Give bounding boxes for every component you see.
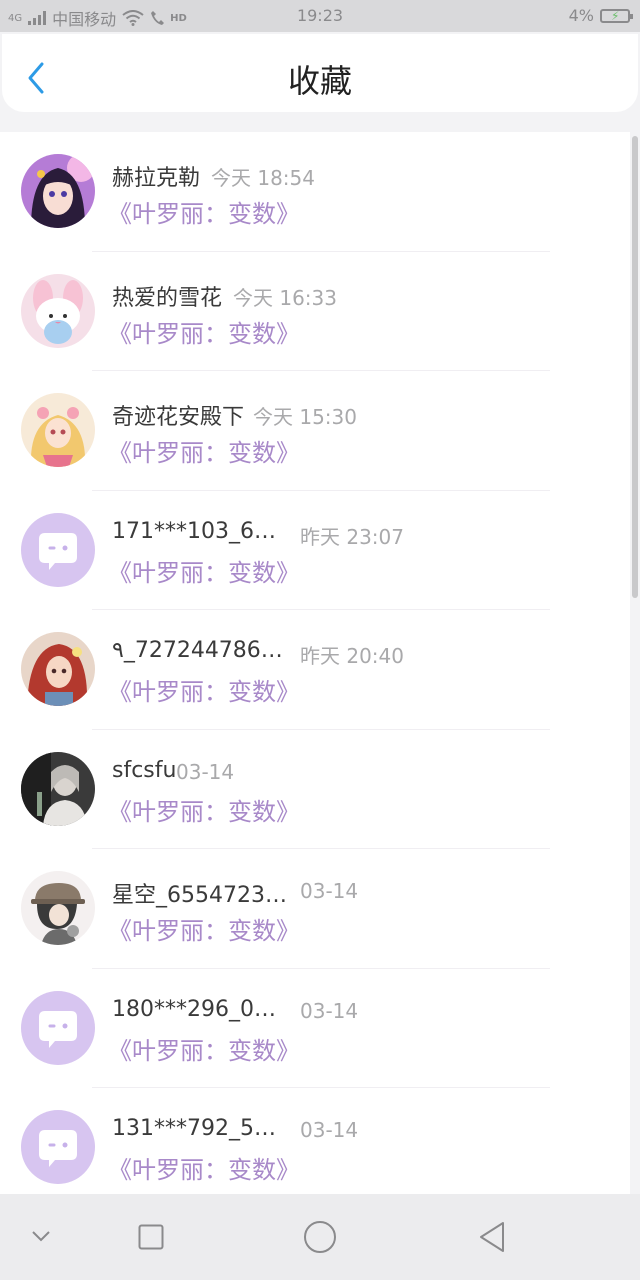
recents-icon [138, 1224, 164, 1250]
list-item[interactable]: 热爱的雪花 今天 16:33 《叶罗丽：变数》 [0, 252, 630, 371]
book-title[interactable]: 《叶罗丽：变数》 [108, 553, 300, 588]
book-title[interactable]: 《叶罗丽：变数》 [108, 1031, 300, 1066]
list-item[interactable]: ٩_727244786… 昨天 20:40 《叶罗丽：变数》 [0, 610, 630, 730]
recents-button[interactable] [138, 1224, 164, 1254]
book-title[interactable]: 《叶罗丽：变数》 [108, 314, 300, 349]
hat-boy-avatar[interactable] [21, 871, 95, 945]
red-hair-avatar[interactable] [21, 632, 95, 706]
scrollbar[interactable] [632, 136, 638, 598]
page-title: 收藏 [287, 62, 352, 100]
status-time: 19:23 [296, 6, 344, 25]
book-title[interactable]: 《叶罗丽：变数》 [108, 792, 300, 827]
list-item[interactable]: 171***103_6… 昨天 23:07 《叶罗丽：变数》 [0, 491, 630, 610]
navigation-bar [0, 1194, 640, 1280]
status-right: 4% ⚡ [568, 6, 633, 25]
book-title[interactable]: 《叶罗丽：变数》 [108, 433, 300, 468]
favorite-time: 今天 16:33 [233, 285, 337, 310]
nav-back-button[interactable] [478, 1220, 506, 1258]
book-title[interactable]: 《叶罗丽：变数》 [108, 1150, 300, 1185]
list-item[interactable]: 180***296_0… 03-14 《叶罗丽：变数》 [0, 969, 630, 1088]
list-item[interactable]: 奇迹花安殿下 今天 15:30 《叶罗丽：变数》 [0, 371, 630, 491]
status-bar: 4G 中国移动 HD 19:23 4% ⚡ [0, 0, 640, 32]
favorite-time: 今天 18:54 [211, 166, 315, 190]
favorite-time: 昨天 23:07 [300, 524, 404, 549]
list-item[interactable]: sfcsfu 03-14 《叶罗丽：变数》 [0, 730, 630, 849]
user-name: 星空_6554723… [112, 883, 287, 908]
default-chat-avatar[interactable] [21, 1110, 95, 1184]
user-name: 赫拉克勒 [112, 166, 201, 191]
anime-girl-avatar[interactable] [21, 154, 95, 228]
battery-icon: ⚡ [600, 8, 633, 23]
favorite-time: 03-14 [300, 998, 359, 1023]
default-chat-avatar[interactable] [21, 990, 95, 1065]
list-item[interactable]: 131***792_5… 03-14 《叶罗丽：变数》 [0, 1088, 630, 1194]
home-button[interactable] [303, 1220, 337, 1258]
collapse-icon [32, 1231, 50, 1242]
favorites-list: 赫拉克勒 今天 18:54 《叶罗丽：变数》 热爱的雪花 今天 16:33 《叶… [0, 132, 630, 1194]
favorite-time: 昨天 20:40 [300, 644, 404, 668]
user-name: 热爱的雪花 [112, 285, 223, 311]
back-icon [480, 1222, 504, 1252]
list-item[interactable]: 赫拉克勒 今天 18:54 《叶罗丽：变数》 [0, 132, 630, 252]
collapse-button[interactable] [30, 1228, 52, 1247]
book-title[interactable]: 《叶罗丽：变数》 [108, 672, 300, 707]
princess-avatar[interactable] [21, 393, 95, 467]
favorite-time: 03-14 [300, 1118, 359, 1142]
favorite-time: 03-14 [300, 879, 359, 903]
favorite-time: 03-14 [176, 759, 235, 784]
user-name: 180***296_0… [112, 996, 276, 1022]
pink-bunny-avatar[interactable] [21, 273, 95, 348]
header: 收藏 [2, 34, 638, 112]
user-name: 171***103_6… [112, 518, 276, 544]
book-title[interactable]: 《叶罗丽：变数》 [108, 194, 300, 229]
default-chat-avatar[interactable] [21, 512, 95, 587]
favorite-time: 今天 15:30 [253, 405, 357, 429]
home-icon [304, 1221, 336, 1253]
battery-percent: 4% [568, 6, 594, 25]
book-title[interactable]: 《叶罗丽：变数》 [108, 911, 300, 946]
user-name: 131***792_5… [112, 1116, 276, 1141]
list-item[interactable]: 星空_6554723… 03-14 《叶罗丽：变数》 [0, 849, 630, 969]
photo-avatar[interactable] [21, 751, 95, 826]
user-name: 奇迹花安殿下 [112, 405, 245, 430]
user-name: sfcsfu [112, 757, 177, 783]
user-name: ٩_727244786… [112, 638, 283, 663]
